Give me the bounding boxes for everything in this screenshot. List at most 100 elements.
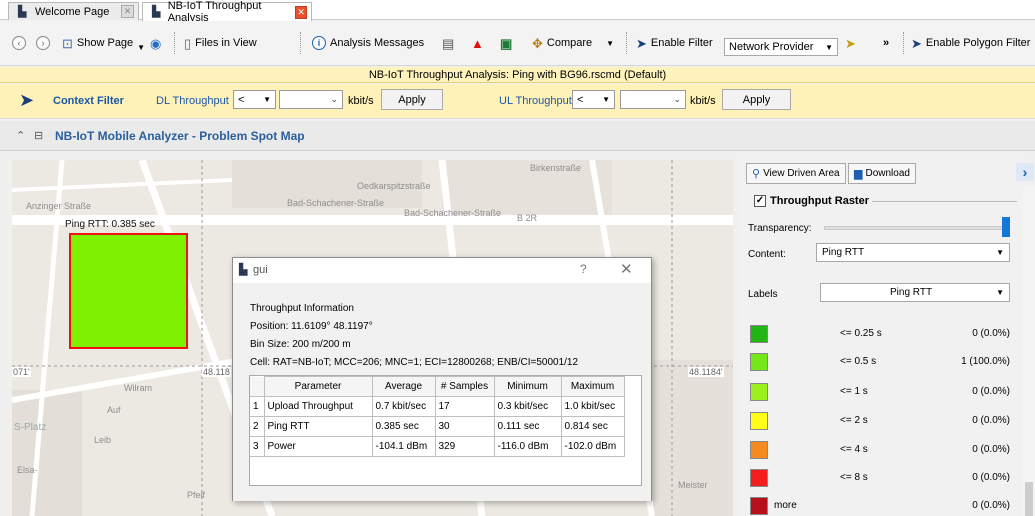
throughput-bin[interactable] xyxy=(69,233,188,349)
scrollbar-thumb[interactable] xyxy=(1025,482,1033,516)
area-label: S-Platz xyxy=(14,422,47,433)
ul-operator-select[interactable]: < ▼ xyxy=(572,90,615,109)
legend-count: 0 (0.0%) xyxy=(972,415,1010,426)
help-button[interactable]: ? xyxy=(580,262,587,276)
legend-count: 0 (0.0%) xyxy=(972,444,1010,455)
report-button[interactable]: ▤ xyxy=(442,32,454,54)
excel-icon: ▣ xyxy=(500,35,513,51)
legend-row: <= 4 s 0 (0.0%) xyxy=(750,441,1010,459)
download-label: Download xyxy=(865,168,910,179)
document-icon: ▯ xyxy=(184,35,192,51)
enable-filter-button[interactable]: ➤ Enable Filter xyxy=(636,32,713,54)
transparency-slider-thumb[interactable] xyxy=(1002,217,1010,237)
panel-header: ⌃ ⊟ NB-IoT Mobile Analyzer - Problem Spo… xyxy=(0,121,1035,151)
table-cell: 0.111 sec xyxy=(493,416,562,437)
analysis-title-strip: NB-IoT Throughput Analysis: Ping with BG… xyxy=(0,67,1035,83)
dialog-body: Throughput Information Position: 11.6109… xyxy=(233,283,651,501)
network-provider-value: Network Provider xyxy=(729,41,814,53)
bin-size-text: Bin Size: 200 m/200 m xyxy=(250,339,351,350)
window-icon[interactable]: ⊟ xyxy=(34,129,43,142)
dialog-title: gui xyxy=(253,264,268,276)
legend-swatch[interactable] xyxy=(750,383,768,401)
transparency-slider-track[interactable] xyxy=(824,226,1004,230)
column-header[interactable]: Parameter xyxy=(263,376,373,397)
labels-select[interactable]: Ping RTT ▼ xyxy=(820,283,1010,302)
filter-settings-button[interactable]: ➤ xyxy=(845,32,856,54)
legend-swatch[interactable] xyxy=(750,441,768,459)
legend-swatch[interactable] xyxy=(750,412,768,430)
legend-swatch[interactable] xyxy=(750,353,768,371)
close-icon[interactable]: ✕ xyxy=(121,5,134,18)
excel-export-button[interactable]: ▣ xyxy=(500,32,512,54)
column-header[interactable]: Minimum xyxy=(493,376,562,397)
separator xyxy=(903,32,904,54)
compare-button[interactable]: ✥ Compare ▼ xyxy=(532,32,614,54)
content-select[interactable]: Ping RTT ▼ xyxy=(816,243,1010,262)
checkbox-checked-icon[interactable]: ✓ xyxy=(754,195,766,207)
dl-operator-select[interactable]: < ▼ xyxy=(233,90,276,109)
legend-swatch[interactable] xyxy=(750,469,768,487)
network-provider-select[interactable]: Network Provider ▼ xyxy=(724,38,838,56)
street-label: Auf xyxy=(107,405,121,415)
tab-throughput-analysis[interactable]: ▙ NB-IoT Throughput Analysis ✕ xyxy=(142,0,312,24)
back-button[interactable]: ‹ xyxy=(12,32,26,54)
right-panel-scrollbar[interactable] xyxy=(1023,186,1035,516)
legend-count: 0 (0.0%) xyxy=(972,386,1010,397)
row-index: 3 xyxy=(250,436,265,457)
close-icon[interactable]: ✕ xyxy=(295,5,308,19)
legend-row: <= 1 s 0 (0.0%) xyxy=(750,383,1010,401)
tab-welcome-page[interactable]: ▙ Welcome Page ✕ xyxy=(8,2,139,20)
toolbar: ‹ › ⊡ Show Page ▼ ◉ ▯ Files in View i An… xyxy=(0,21,1035,66)
download-button[interactable]: ▆ Download xyxy=(848,163,916,184)
legend-label: <= 8 s xyxy=(840,472,868,483)
toolbar-overflow-button[interactable]: » xyxy=(883,32,889,54)
table-cell: 1.0 kbit/sec xyxy=(560,396,625,417)
pdf-export-button[interactable]: ▲ xyxy=(471,32,484,54)
search-icon: ⚲ xyxy=(752,168,761,180)
collapse-icon[interactable]: ⌃ xyxy=(16,129,25,142)
table-row[interactable]: 3 Power -104.1 dBm 329 -116.0 dBm -102.0… xyxy=(250,436,625,457)
legend-count: 0 (0.0%) xyxy=(972,472,1010,483)
globe-button[interactable]: ◉ xyxy=(150,32,161,54)
legend-swatch[interactable] xyxy=(750,325,768,343)
row-index-header xyxy=(250,376,265,397)
enable-polygon-filter-label: Enable Polygon Filter xyxy=(925,37,1031,49)
dl-throughput-label: DL Throughput xyxy=(156,95,229,107)
show-page-button[interactable]: ⊡ Show Page ▼ xyxy=(62,32,145,54)
files-in-view-button[interactable]: ▯ Files in View xyxy=(184,32,257,54)
content-value: Ping RTT xyxy=(822,247,865,258)
analysis-messages-label: Analysis Messages xyxy=(330,37,425,49)
throughput-raster-group[interactable]: ✓ Throughput Raster xyxy=(754,195,869,207)
forward-button[interactable]: › xyxy=(36,32,50,54)
bin-label: Ping RTT: 0.385 sec xyxy=(65,219,155,230)
table-cell: 0.814 sec xyxy=(560,416,625,437)
show-page-label: Show Page xyxy=(76,37,134,49)
panel-title: NB-IoT Mobile Analyzer - Problem Spot Ma… xyxy=(55,129,305,143)
dl-throughput-input[interactable]: ⌄ xyxy=(279,90,343,109)
expand-panel-button[interactable]: › xyxy=(1016,163,1034,181)
dropdown-icon: ▼ xyxy=(137,42,146,52)
analysis-messages-button[interactable]: i Analysis Messages xyxy=(312,32,424,54)
ul-throughput-input[interactable]: ⌄ xyxy=(620,90,686,109)
legend-swatch[interactable] xyxy=(750,497,768,515)
table-row[interactable]: 2 Ping RTT 0.385 sec 30 0.111 sec 0.814 … xyxy=(250,416,625,437)
legend-row: <= 0.25 s 0 (0.0%) xyxy=(750,325,1010,343)
dl-apply-button[interactable]: Apply xyxy=(381,89,443,110)
transparency-label: Transparency: xyxy=(748,223,812,234)
column-header[interactable]: Average xyxy=(371,376,436,397)
ul-apply-button[interactable]: Apply xyxy=(722,89,791,110)
legend-label: <= 0.25 s xyxy=(840,328,882,339)
table-row[interactable]: 1 Upload Throughput 0.7 kbit/sec 17 0.3 … xyxy=(250,396,625,417)
enable-polygon-filter-button[interactable]: ➤ Enable Polygon Filter xyxy=(911,32,1030,54)
magnifier-page-icon: ⊡ xyxy=(62,35,73,51)
column-header[interactable]: Maximum xyxy=(560,376,625,397)
close-button[interactable]: ✕ xyxy=(620,260,633,278)
legend-count: 0 (0.0%) xyxy=(972,500,1010,511)
table-cell: -102.0 dBm xyxy=(560,436,625,457)
context-filter-title: Context Filter xyxy=(53,95,124,107)
dialog-titlebar[interactable]: ▙ gui ? ✕ xyxy=(233,258,651,282)
column-header[interactable]: # Samples xyxy=(434,376,495,397)
view-driven-area-button[interactable]: ⚲ View Driven Area xyxy=(746,163,846,184)
forward-arrow-icon: › xyxy=(36,36,50,50)
legend-label: <= 4 s xyxy=(840,444,868,455)
